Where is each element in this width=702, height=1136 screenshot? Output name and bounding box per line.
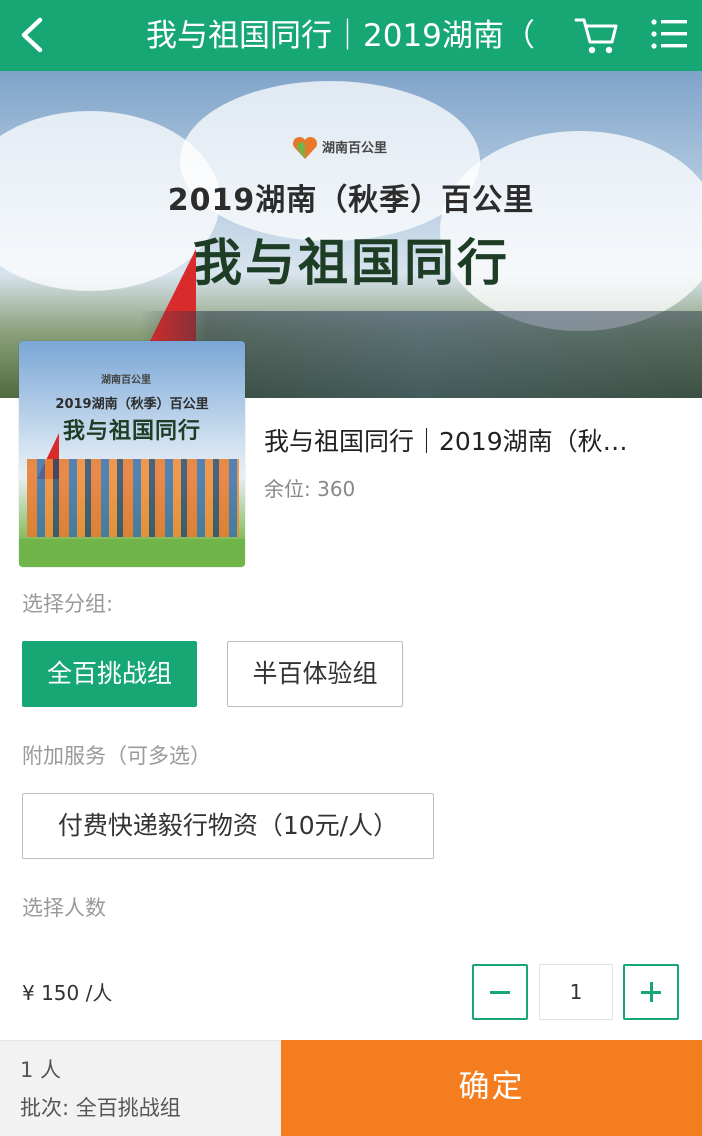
brand-heart-logo-icon: [292, 136, 318, 159]
group-label: 选择分组:: [22, 592, 114, 616]
unit-price: ¥ 150 /人: [22, 981, 113, 1005]
product-title: 我与祖国同行｜2019湖南（秋…: [264, 427, 628, 456]
thumb-subtitle: 2019湖南（秋季）百公里: [55, 397, 209, 412]
menu-button[interactable]: [650, 16, 690, 54]
thumb-brand: 湖南百公里: [101, 375, 151, 386]
confirm-button[interactable]: 确定: [281, 1040, 702, 1136]
thumb-crowd: [27, 459, 239, 537]
product-thumbnail: 湖南百公里 2019湖南（秋季）百公里 我与祖国同行: [19, 341, 245, 567]
people-count: 1 人: [20, 1058, 62, 1082]
banner-subtitle: 2019湖南（秋季）百公里: [167, 183, 535, 218]
batch-summary: 批次: 全百挑战组: [20, 1096, 181, 1120]
group-option-half[interactable]: 半百体验组: [227, 641, 403, 707]
thumb-grass: [19, 539, 245, 567]
services-label: 附加服务（可多选）: [22, 744, 211, 768]
cart-icon: [574, 18, 618, 54]
quantity-input[interactable]: 1: [539, 964, 613, 1020]
chevron-left-icon: [21, 17, 43, 53]
top-nav-bar: 我与祖国同行｜2019湖南（: [0, 0, 702, 71]
stock-remaining: 余位: 360: [264, 477, 356, 501]
group-option-full[interactable]: 全百挑战组: [22, 641, 197, 707]
plus-icon-vertical: [650, 982, 653, 1002]
people-label: 选择人数: [22, 896, 106, 920]
order-summary: 1 人 批次: 全百挑战组: [0, 1040, 281, 1136]
banner-brand: 湖南百公里: [322, 141, 388, 156]
increase-quantity-button[interactable]: [623, 964, 679, 1020]
back-button[interactable]: [14, 12, 54, 58]
banner-main-title: 我与祖国同行: [192, 234, 510, 292]
cart-button[interactable]: [572, 12, 620, 58]
menu-icon: [651, 19, 687, 49]
minus-icon: [490, 991, 510, 994]
page-title: 我与祖国同行｜2019湖南（: [146, 18, 535, 54]
service-option-express[interactable]: 付费快递毅行物资（10元/人）: [22, 793, 434, 859]
decrease-quantity-button[interactable]: [472, 964, 528, 1020]
